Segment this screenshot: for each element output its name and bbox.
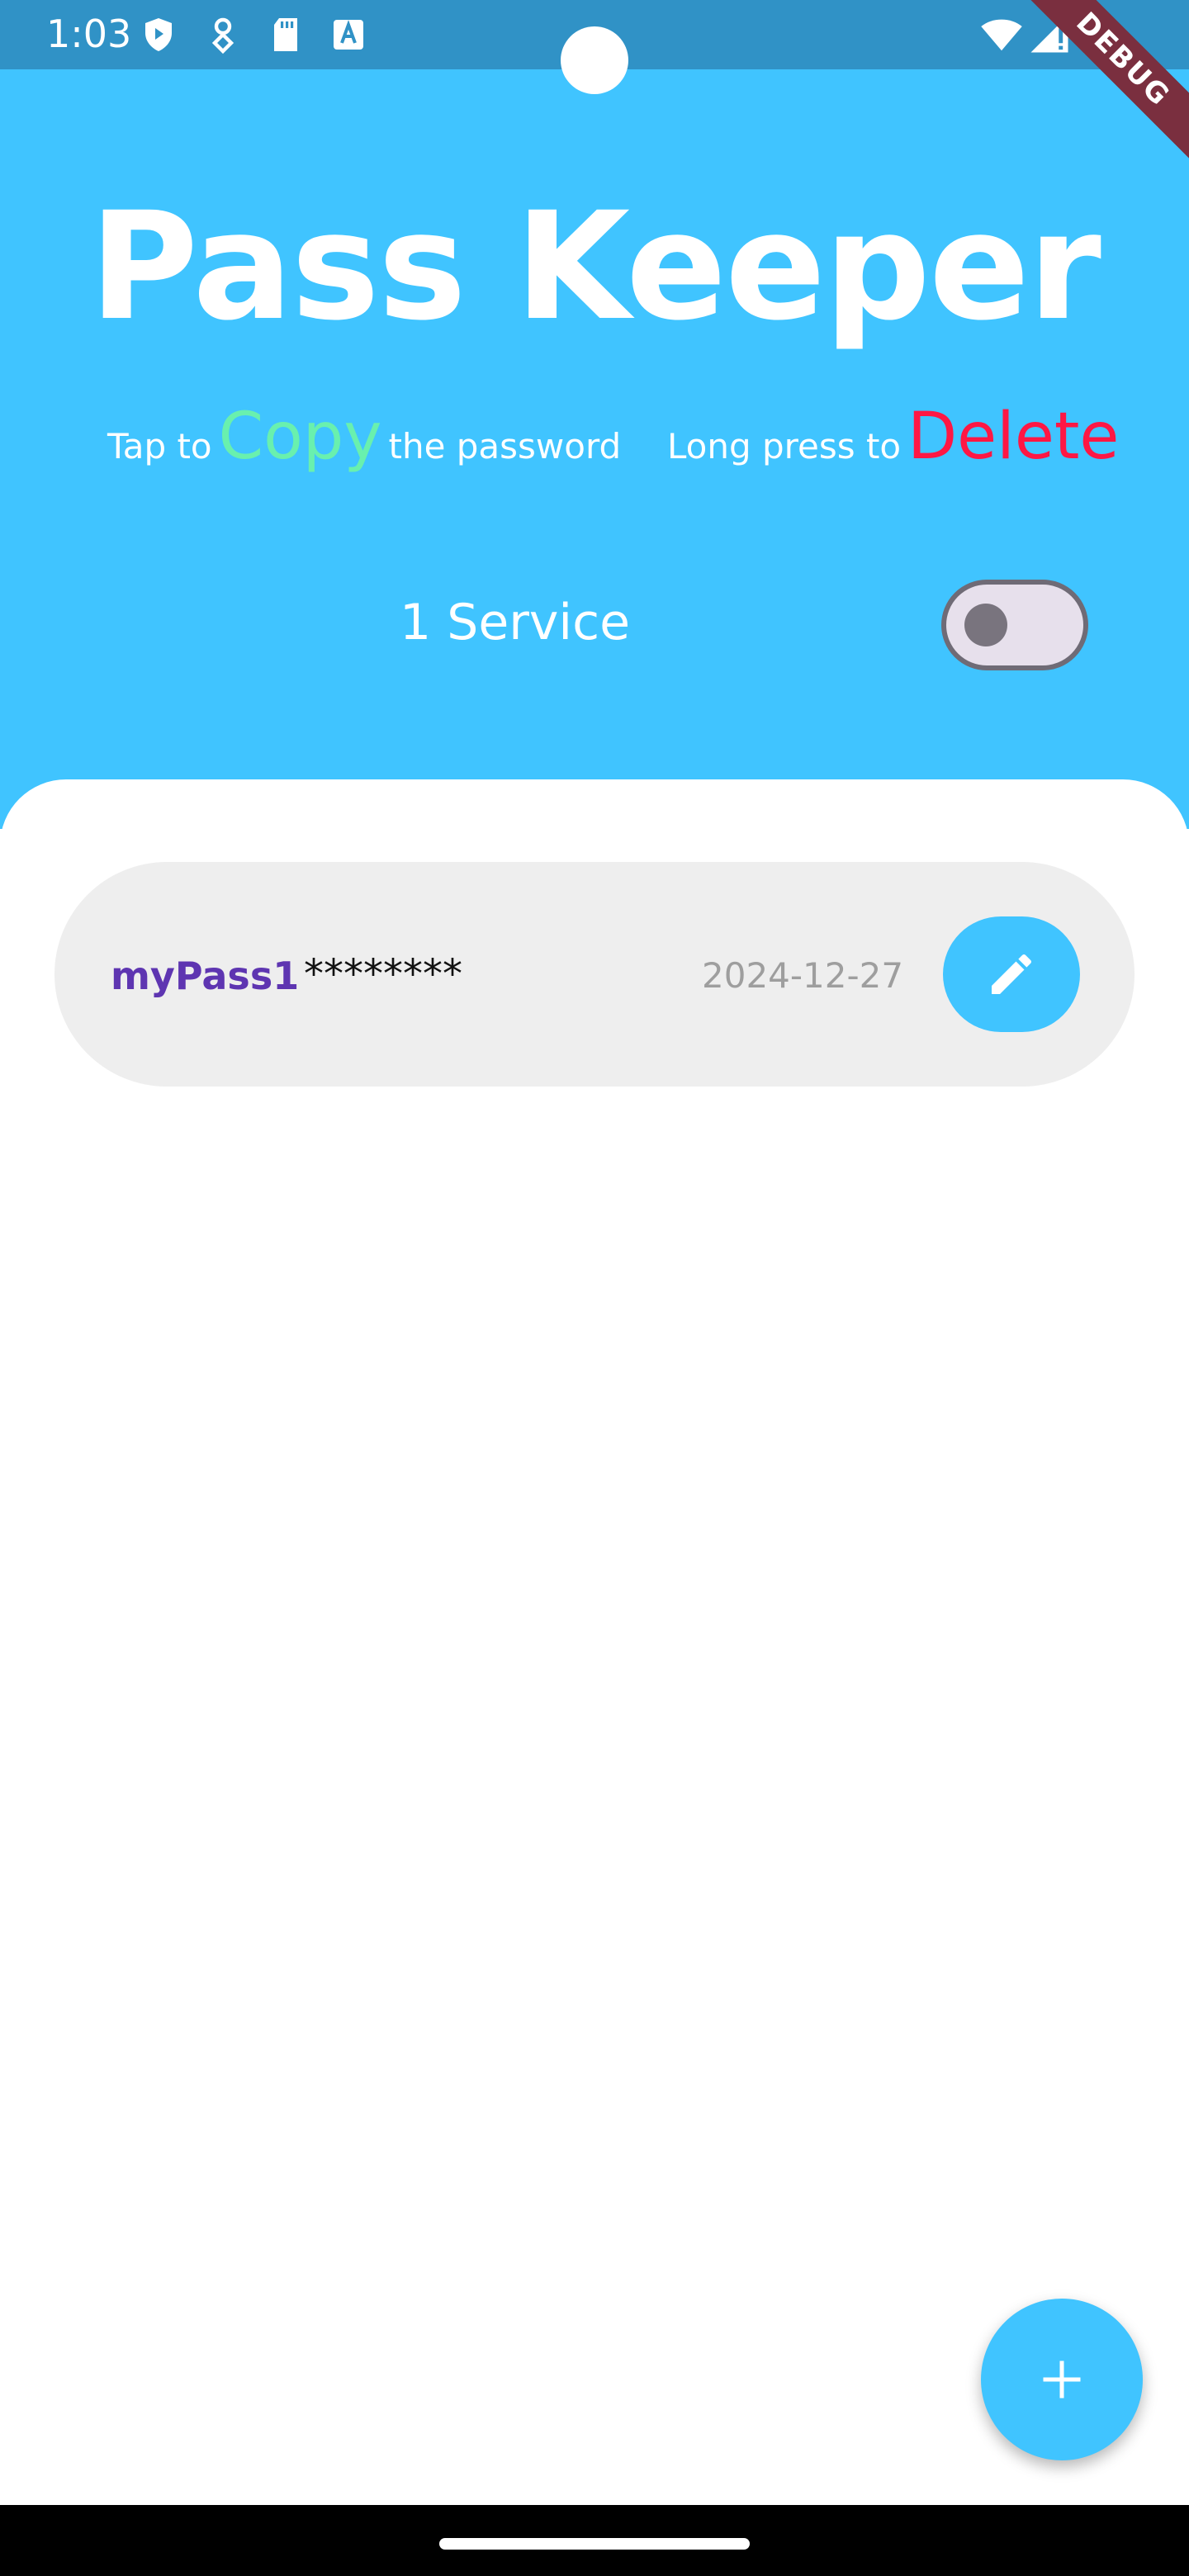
shield-icon <box>145 18 172 51</box>
camera-cutout <box>561 26 628 94</box>
service-name: myPass1 <box>111 954 300 998</box>
visibility-toggle[interactable] <box>941 580 1088 670</box>
copy-hint-prefix: Tap to <box>107 426 212 466</box>
status-time: 1:03 <box>46 12 132 56</box>
password-date: 2024-12-27 <box>702 955 904 996</box>
edit-button[interactable] <box>943 916 1080 1032</box>
service-count: 1 Service <box>400 594 630 651</box>
delete-hint-action: Delete <box>907 400 1120 474</box>
copy-hint-suffix: the password <box>388 426 622 466</box>
wifi-icon <box>981 19 1022 51</box>
delete-hint-prefix: Long press to <box>667 426 902 466</box>
navigation-bar <box>0 2505 1189 2576</box>
password-card[interactable]: myPass1 ******** 2024-12-27 <box>54 862 1135 1087</box>
masked-password: ******** <box>304 951 462 997</box>
home-indicator[interactable] <box>439 2538 750 2550</box>
app-header: Pass Keeper Tap to Copy the password Lon… <box>0 69 1189 829</box>
font-icon <box>334 20 363 50</box>
toggle-knob <box>964 604 1007 646</box>
delete-hint: Long press to Delete <box>667 400 1125 482</box>
password-list: myPass1 ******** 2024-12-27 <box>0 779 1189 2505</box>
plus-icon <box>1043 2361 1081 2398</box>
app-title: Pass Keeper <box>89 181 1101 353</box>
copy-hint: Tap to Copy the password <box>107 400 621 482</box>
add-password-button[interactable] <box>981 2299 1143 2460</box>
pencil-icon <box>992 954 1032 994</box>
copy-hint-action: Copy <box>218 400 382 474</box>
sd-card-icon <box>274 18 297 51</box>
pin-icon <box>211 17 234 54</box>
screen: 1:03 DEBUG Pass Keeper Tap to Copy the p… <box>0 0 1189 2576</box>
